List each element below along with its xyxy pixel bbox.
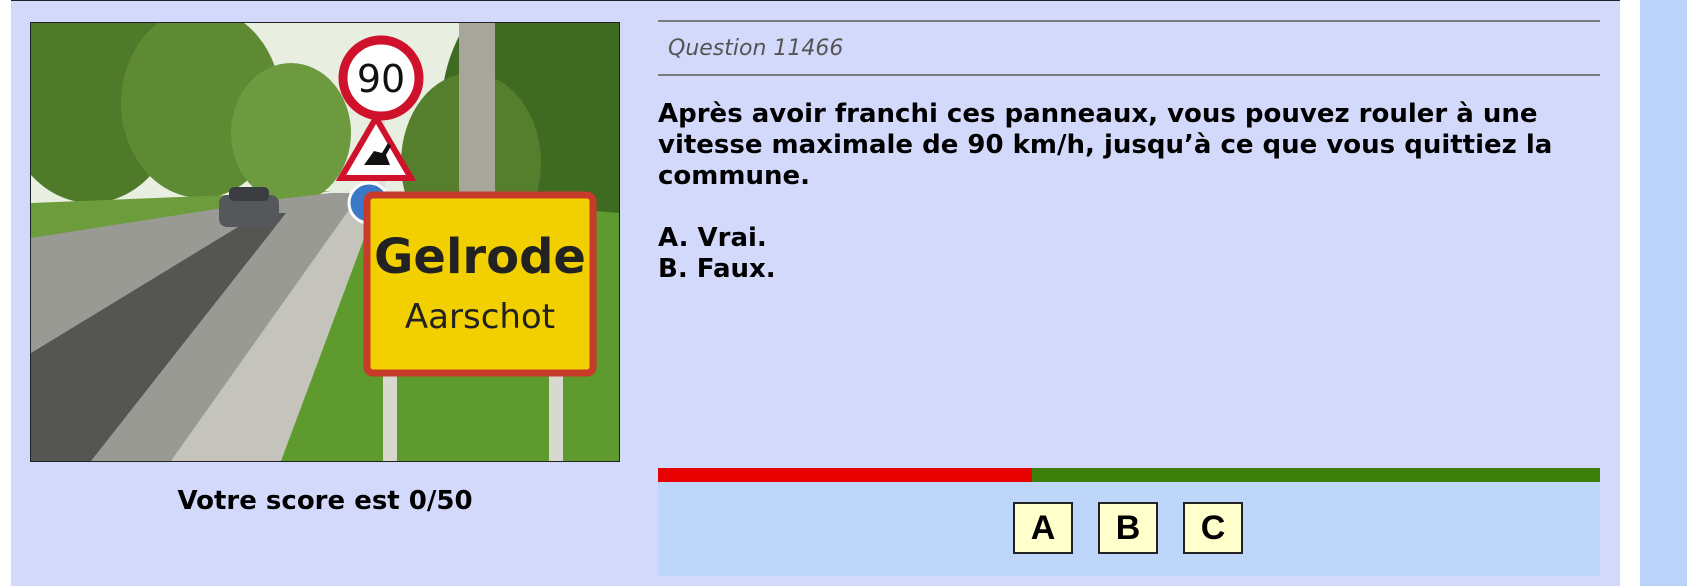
right-sidebar bbox=[1640, 0, 1687, 586]
question-header: Question 11466 bbox=[658, 20, 1600, 76]
option-a: A. Vrai. bbox=[658, 223, 767, 253]
question-photo: 90 Gelrode Aarschot bbox=[30, 22, 620, 462]
speed-sign-label: 90 bbox=[357, 57, 405, 101]
answer-options: A. Vrai. B. Faux. bbox=[658, 223, 776, 285]
score-text: Votre score est 0/50 bbox=[177, 486, 473, 516]
question-number: Question 11466 bbox=[668, 36, 844, 61]
answer-button-area: A B C bbox=[658, 482, 1600, 576]
answer-button-b[interactable]: B bbox=[1098, 502, 1158, 554]
option-b: B. Faux. bbox=[658, 254, 776, 284]
town-sign-municipality: Aarschot bbox=[405, 297, 555, 337]
timer-bar bbox=[658, 468, 1600, 482]
answer-button-c[interactable]: C bbox=[1183, 502, 1243, 554]
timer-elapsed bbox=[658, 468, 1032, 482]
town-sign-name: Gelrode bbox=[374, 229, 586, 285]
answer-button-a[interactable]: A bbox=[1013, 502, 1073, 554]
question-text: Après avoir franchi ces panneaux, vous p… bbox=[658, 99, 1553, 191]
